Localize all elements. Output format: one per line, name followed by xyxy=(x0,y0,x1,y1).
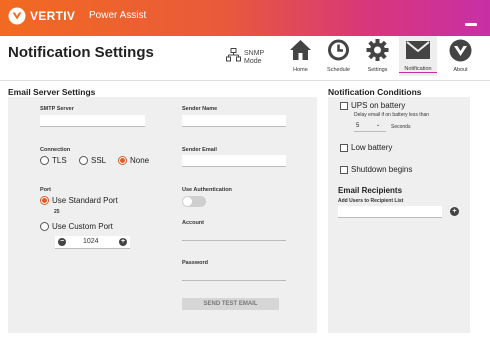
delay-text: Delay email if on battery less than xyxy=(354,112,430,118)
low-battery-checkbox[interactable]: Low battery xyxy=(340,143,392,152)
use-auth-toggle[interactable] xyxy=(182,196,206,207)
radio-circle-selected xyxy=(118,156,127,165)
nav-schedule[interactable]: Schedule xyxy=(321,36,356,76)
nav-settings[interactable]: Settings xyxy=(360,36,395,76)
connection-label: Connection xyxy=(40,147,71,153)
send-test-email-button[interactable]: SEND TEST EMAIL xyxy=(182,298,279,310)
custom-port-radio[interactable]: Use Custom Port xyxy=(40,222,113,231)
password-input[interactable] xyxy=(182,269,286,281)
add-recipient-button[interactable]: + xyxy=(450,207,459,216)
connection-none-radio[interactable]: None xyxy=(118,156,149,165)
low-battery-label: Low battery xyxy=(351,143,393,152)
sender-email-label: Sender Email xyxy=(182,147,217,153)
product-name: Power Assist xyxy=(89,10,147,21)
sender-email-input[interactable] xyxy=(182,155,286,167)
account-input[interactable] xyxy=(182,229,286,241)
ups-on-battery-checkbox[interactable]: UPS on battery xyxy=(340,101,405,110)
shutdown-begins-checkbox[interactable]: Shutdown begins xyxy=(340,165,412,174)
network-icon xyxy=(226,48,241,67)
snmp-mode-button[interactable]: SNMP Mode xyxy=(226,48,270,67)
connection-ssl-radio[interactable]: SSL xyxy=(79,156,106,165)
vertiv-logo-icon xyxy=(449,39,472,67)
connection-none-label: None xyxy=(130,156,150,165)
radio-circle xyxy=(40,156,49,165)
nav-schedule-label: Schedule xyxy=(327,67,350,73)
nav-about-label: About xyxy=(453,67,468,73)
custom-port-value[interactable]: 1024 xyxy=(83,238,99,245)
use-auth-label: Use Authentication xyxy=(182,187,232,193)
nav-home[interactable]: Home xyxy=(283,36,318,76)
connection-ssl-label: SSL xyxy=(91,156,107,165)
home-icon xyxy=(289,39,312,66)
email-server-title: Email Server Settings xyxy=(8,87,96,97)
notification-conditions-title: Notification Conditions xyxy=(328,87,422,97)
brand-name: VERTIV xyxy=(30,9,76,23)
nav-home-label: Home xyxy=(293,67,308,73)
checkbox-box xyxy=(340,165,348,174)
standard-port-value: 25 xyxy=(54,209,60,215)
standard-port-radio[interactable]: Use Standard Port xyxy=(40,196,118,205)
clock-icon xyxy=(327,39,350,66)
sender-name-input[interactable] xyxy=(182,115,286,127)
smtp-server-label: SMTP Server xyxy=(40,106,74,112)
envelope-icon xyxy=(406,41,430,64)
checkbox-box xyxy=(340,143,348,152)
vertiv-logo-icon xyxy=(8,7,26,30)
add-recipients-label: Add Users to Recipient List xyxy=(338,198,404,204)
chevron-down-icon: ⌄ xyxy=(376,122,381,128)
decrement-button[interactable]: − xyxy=(58,238,66,246)
page-title: Notification Settings xyxy=(8,44,154,61)
nav-notification[interactable]: Notification xyxy=(399,36,437,76)
minimize-button[interactable] xyxy=(465,23,477,26)
shutdown-begins-label: Shutdown begins xyxy=(351,165,413,174)
delay-unit: Seconds xyxy=(391,124,411,130)
connection-tls-radio[interactable]: TLS xyxy=(40,156,67,165)
connection-tls-label: TLS xyxy=(52,156,67,165)
delay-value: 5 xyxy=(356,123,360,129)
increment-button[interactable]: + xyxy=(119,238,127,246)
standard-port-label: Use Standard Port xyxy=(52,196,118,205)
port-label: Port xyxy=(40,187,51,193)
add-recipient-input[interactable] xyxy=(338,206,442,218)
delay-select[interactable]: 5 ⌄ xyxy=(354,121,386,132)
smtp-server-input[interactable] xyxy=(40,115,145,127)
email-recipients-title: Email Recipients xyxy=(338,186,403,195)
snmp-mode-label: SNMP Mode xyxy=(244,49,265,65)
radio-circle xyxy=(79,156,88,165)
nav-about[interactable]: About xyxy=(443,36,478,76)
password-label: Password xyxy=(182,260,208,266)
checkbox-box xyxy=(340,101,348,110)
sender-name-label: Sender Name xyxy=(182,106,218,112)
ups-on-battery-label: UPS on battery xyxy=(351,101,406,110)
radio-circle-selected xyxy=(40,196,49,205)
custom-port-label: Use Custom Port xyxy=(52,222,113,231)
account-label: Account xyxy=(182,220,204,226)
gear-icon xyxy=(366,39,389,66)
radio-circle xyxy=(40,222,49,231)
nav-notification-label: Notification xyxy=(399,66,437,73)
nav-settings-label: Settings xyxy=(367,67,388,73)
title-bar: VERTIV Power Assist xyxy=(0,0,490,36)
